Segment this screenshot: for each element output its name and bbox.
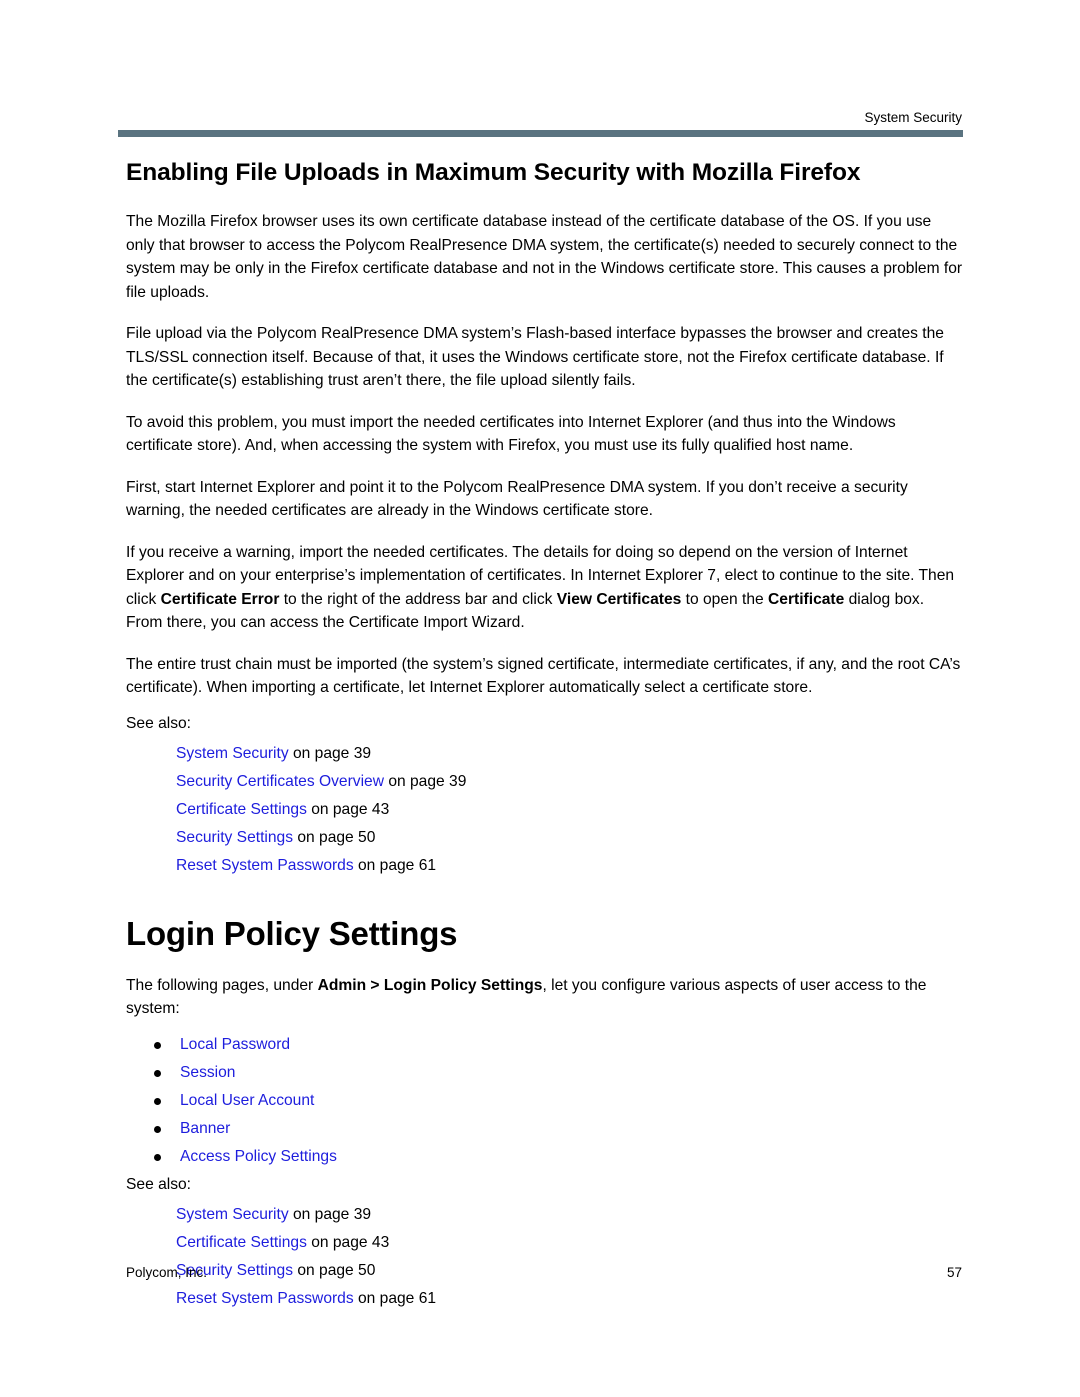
login-policy-page-list: Local Password Session Local User Accoun… bbox=[126, 1031, 964, 1171]
list-item: Local User Account bbox=[152, 1087, 964, 1115]
list-item: Access Policy Settings bbox=[152, 1143, 964, 1171]
xref-page-ref: on page 39 bbox=[383, 772, 467, 790]
xref-link-reset-system-passwords-2[interactable]: Reset System Passwords bbox=[176, 1290, 354, 1307]
bullet-icon bbox=[154, 1041, 161, 1049]
header-rule bbox=[118, 130, 963, 137]
paragraph-intro-text-1: The following pages, under bbox=[126, 976, 318, 994]
see-also-label-login-policy: See also: bbox=[126, 1175, 192, 1193]
paragraph-firefox-3: To avoid this problem, you must import t… bbox=[126, 413, 896, 455]
see-also-list-login-policy: System Security on page 39 Certificate S… bbox=[126, 1201, 964, 1313]
emphasis-certificate-error: Certificate Error bbox=[160, 590, 280, 608]
xref-page-ref: on page 50 bbox=[293, 828, 376, 846]
xref-page-ref: on page 43 bbox=[306, 800, 390, 818]
emphasis-certificate: Certificate bbox=[768, 590, 845, 608]
running-header: System Security bbox=[864, 110, 962, 125]
section-heading-firefox: Enabling File Uploads in Maximum Securit… bbox=[126, 159, 861, 186]
bullet-icon bbox=[154, 1153, 161, 1161]
paragraph-internet-explorer: If you receive a warning, import the nee… bbox=[126, 541, 964, 635]
page-content: Enabling File Uploads in Maximum Securit… bbox=[126, 158, 964, 1313]
xref-page-ref: on page 39 bbox=[288, 1205, 372, 1223]
xref-link-certificate-settings-2[interactable]: Certificate Settings bbox=[176, 1234, 307, 1251]
link-local-user-account[interactable]: Local User Account bbox=[180, 1092, 314, 1109]
link-banner[interactable]: Banner bbox=[180, 1120, 230, 1137]
paragraph-trust-chain: The entire trust chain must be imported … bbox=[126, 655, 961, 697]
list-item: System Security on page 39 bbox=[176, 740, 964, 768]
bullet-icon bbox=[154, 1125, 161, 1133]
xref-link-system-security[interactable]: System Security bbox=[176, 745, 289, 762]
bullet-icon bbox=[154, 1097, 161, 1105]
list-item: Banner bbox=[152, 1115, 964, 1143]
xref-link-certificate-settings[interactable]: Certificate Settings bbox=[176, 801, 307, 818]
footer-company: Polycom, Inc. bbox=[126, 1265, 208, 1280]
xref-page-ref: on page 39 bbox=[288, 744, 372, 762]
list-item: Reset System Passwords on page 61 bbox=[176, 852, 964, 880]
list-item: Session bbox=[152, 1059, 964, 1087]
bullet-icon bbox=[154, 1069, 161, 1077]
paragraph-ie-text-3: to open the bbox=[681, 590, 769, 608]
emphasis-view-certificates: View Certificates bbox=[556, 590, 682, 608]
xref-page-ref: on page 61 bbox=[353, 1289, 437, 1307]
list-item: Certificate Settings on page 43 bbox=[176, 1229, 964, 1257]
emphasis-admin-login-policy-settings: Admin > Login Policy Settings bbox=[317, 976, 543, 994]
list-item: Reset System Passwords on page 61 bbox=[176, 1285, 964, 1313]
page-footer: Polycom, Inc. 57 bbox=[126, 1264, 962, 1282]
list-item: Security Certificates Overview on page 3… bbox=[176, 768, 964, 796]
footer-page-number: 57 bbox=[946, 1265, 962, 1280]
paragraph-firefox-2: File upload via the Polycom RealPresence… bbox=[126, 325, 944, 389]
xref-link-security-settings[interactable]: Security Settings bbox=[176, 829, 293, 846]
link-local-password[interactable]: Local Password bbox=[180, 1036, 290, 1053]
list-item: Security Settings on page 50 bbox=[176, 824, 964, 852]
document-page: System Security Enabling File Uploads in… bbox=[0, 0, 1080, 1397]
link-session[interactable]: Session bbox=[180, 1064, 235, 1081]
list-item: System Security on page 39 bbox=[176, 1201, 964, 1229]
xref-link-security-certificates-overview[interactable]: Security Certificates Overview bbox=[176, 773, 384, 790]
paragraph-ie-text-2: to the right of the address bar and clic… bbox=[279, 590, 557, 608]
list-item: Certificate Settings on page 43 bbox=[176, 796, 964, 824]
see-also-list-firefox: System Security on page 39 Security Cert… bbox=[126, 740, 964, 880]
xref-link-reset-system-passwords[interactable]: Reset System Passwords bbox=[176, 857, 354, 874]
paragraph-login-policy-intro: The following pages, under Admin > Login… bbox=[126, 974, 964, 1021]
list-item: Local Password bbox=[152, 1031, 964, 1059]
paragraph-firefox-1: The Mozilla Firefox browser uses its own… bbox=[126, 213, 963, 301]
link-access-policy-settings[interactable]: Access Policy Settings bbox=[180, 1148, 337, 1165]
xref-link-system-security-2[interactable]: System Security bbox=[176, 1206, 289, 1223]
paragraph-firefox-4: First, start Internet Explorer and point… bbox=[126, 478, 908, 520]
xref-page-ref: on page 61 bbox=[353, 856, 437, 874]
xref-page-ref: on page 43 bbox=[306, 1233, 390, 1251]
see-also-label-firefox: See also: bbox=[126, 714, 192, 732]
chapter-heading-login-policy-settings: Login Policy Settings bbox=[126, 914, 458, 952]
